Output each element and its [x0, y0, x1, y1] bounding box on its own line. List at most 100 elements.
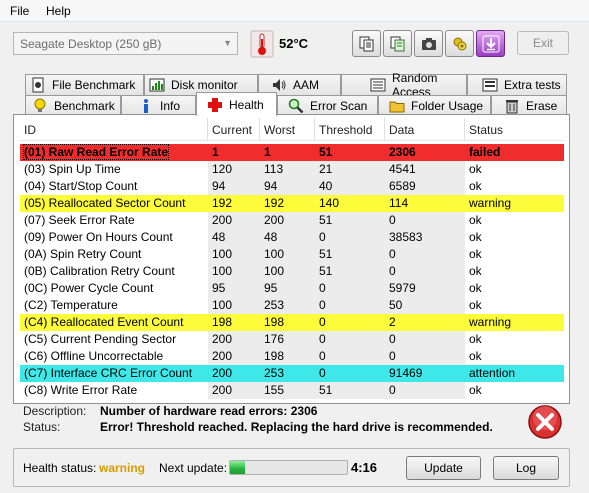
tab-label: Folder Usage: [411, 99, 484, 113]
header-status[interactable]: Status: [465, 118, 564, 140]
update-progress-bar: [229, 460, 348, 475]
lightbulb-icon: [34, 98, 46, 112]
tab-erase[interactable]: Erase: [491, 95, 567, 116]
cell-worst: 94: [260, 178, 315, 195]
save-button[interactable]: [476, 30, 505, 57]
cell-worst: 253: [264, 366, 285, 380]
table-row[interactable]: (C8) Write Error Rate 200 155 51 0 ok: [20, 382, 564, 399]
drive-select[interactable]: Seagate Desktop (250 gB) ▼: [13, 32, 238, 55]
header-threshold[interactable]: Threshold: [315, 118, 385, 140]
header-id[interactable]: ID: [20, 118, 208, 140]
red-cross-icon: [208, 97, 222, 112]
header-worst[interactable]: Worst: [260, 118, 315, 140]
cell-id: (C6) Offline Uncorrectable: [24, 349, 164, 363]
cell-data: 0: [385, 246, 465, 263]
tab-label: Error Scan: [310, 99, 368, 113]
table-row[interactable]: (09) Power On Hours Count 48 48 0 38583 ok: [20, 229, 564, 246]
table-row[interactable]: (C7) Interface CRC Error Count 200 253 0 914…: [20, 365, 564, 382]
table-row[interactable]: (07) Seek Error Rate 200 200 51 0 ok: [20, 212, 564, 229]
cell-id: (07) Seek Error Rate: [24, 213, 135, 227]
cell-data: 91469: [389, 366, 423, 380]
random-access-icon: [370, 78, 386, 92]
cell-threshold: 21: [315, 161, 385, 178]
speaker-icon: [273, 79, 286, 91]
cell-id: (C4) Reallocated Event Count: [24, 315, 184, 329]
table-row[interactable]: (C5) Current Pending Sector 200 176 0 0 ok: [20, 331, 564, 348]
table-row[interactable]: (0A) Spin Retry Count 100 100 51 0 ok: [20, 246, 564, 263]
cell-current: 95: [208, 280, 260, 297]
cell-current: 100: [208, 246, 260, 263]
cell-id: (0A) Spin Retry Count: [24, 247, 142, 261]
header-data[interactable]: Data: [385, 118, 465, 140]
magnifier-icon: [288, 98, 304, 114]
copy-alt-button[interactable]: [383, 30, 412, 57]
cell-id: (01) Raw Read Error Rate: [22, 144, 170, 160]
table-header: ID Current Worst Threshold Data Status: [20, 118, 564, 141]
tab-benchmark[interactable]: Benchmark: [25, 95, 121, 116]
copy-button[interactable]: [352, 30, 381, 57]
menu-help[interactable]: Help: [46, 4, 71, 18]
copy-icon: [359, 36, 373, 51]
thermometer-icon: [250, 30, 274, 58]
cell-id: (03) Spin Up Time: [24, 162, 121, 176]
trash-icon: [506, 100, 518, 114]
cell-status: warning: [469, 196, 512, 210]
tab-folder-usage[interactable]: Folder Usage: [378, 95, 491, 116]
cell-status: failed: [469, 145, 501, 159]
cell-worst: 198: [260, 348, 315, 365]
table-row[interactable]: (C4) Reallocated Event Count 198 198 0 2 warn…: [20, 314, 564, 331]
temperature-readout: 52°C: [279, 36, 309, 51]
tab-label: Extra tests: [504, 78, 561, 92]
extra-tests-icon: [482, 78, 498, 92]
screenshot-button[interactable]: [414, 30, 443, 57]
cell-status: ok: [469, 264, 482, 278]
tab-error-scan[interactable]: Error Scan: [277, 95, 378, 116]
tabs-row-bottom: Benchmark Info Health Error Scan Folder …: [0, 92, 589, 116]
tab-label: AAM: [293, 78, 320, 92]
cell-data: 0: [385, 382, 465, 399]
log-button[interactable]: Log: [493, 456, 559, 480]
cell-status: ok: [469, 179, 482, 193]
tab-extra-tests[interactable]: Extra tests: [467, 74, 567, 95]
cell-status: ok: [469, 332, 482, 346]
table-row[interactable]: (C6) Offline Uncorrectable 200 198 0 0 ok: [20, 348, 564, 365]
cell-current: 200: [208, 212, 260, 229]
table-row[interactable]: (0B) Calibration Retry Count 100 100 51 0 ok: [20, 263, 564, 280]
tab-file-benchmark[interactable]: File Benchmark: [25, 74, 144, 95]
table-row[interactable]: (01) Raw Read Error Rate 1 1 51 2306 failed: [20, 144, 564, 161]
file-benchmark-icon: [32, 77, 44, 93]
tab-health[interactable]: Health: [196, 92, 277, 116]
cell-id: (09) Power On Hours Count: [24, 230, 173, 244]
save-down-icon: [482, 35, 499, 52]
table-row[interactable]: (0C) Power Cycle Count 95 95 0 5979 ok: [20, 280, 564, 297]
menu-file[interactable]: File: [10, 4, 29, 18]
table-body: (01) Raw Read Error Rate 1 1 51 2306 failed (…: [20, 144, 564, 399]
folder-icon: [389, 101, 405, 113]
health-status-label: Health status:: [23, 461, 97, 475]
cell-data: 0: [385, 348, 465, 365]
update-button[interactable]: Update: [406, 456, 481, 480]
copy-alt-icon: [390, 36, 404, 51]
table-row[interactable]: (05) Reallocated Sector Count 192 192 140 11…: [20, 195, 564, 212]
table-row[interactable]: (04) Start/Stop Count 94 94 40 6589 ok: [20, 178, 564, 195]
cell-status: ok: [469, 247, 482, 261]
table-row[interactable]: (03) Spin Up Time 120 113 21 4541 ok: [20, 161, 564, 178]
cell-worst: 113: [260, 161, 315, 178]
cell-id: (0B) Calibration Retry Count: [24, 264, 175, 278]
cell-threshold: 0: [319, 366, 326, 380]
tab-label: Benchmark: [54, 99, 115, 113]
table-row[interactable]: (C2) Temperature 100 253 0 50 ok: [20, 297, 564, 314]
health-status-value: warning: [99, 461, 146, 475]
cell-threshold: 0: [315, 331, 385, 348]
tab-label: Info: [160, 99, 181, 113]
cell-current: 192: [212, 196, 233, 210]
header-current[interactable]: Current: [208, 118, 260, 140]
exit-button[interactable]: Exit: [517, 31, 569, 55]
cell-worst: 198: [264, 315, 285, 329]
cell-threshold: 51: [319, 145, 333, 159]
tab-random-access[interactable]: Random Access: [341, 71, 467, 99]
tab-info[interactable]: Info: [121, 95, 196, 116]
tools-button[interactable]: [445, 30, 474, 57]
cell-worst: 192: [264, 196, 285, 210]
tab-label: Health: [229, 97, 264, 112]
